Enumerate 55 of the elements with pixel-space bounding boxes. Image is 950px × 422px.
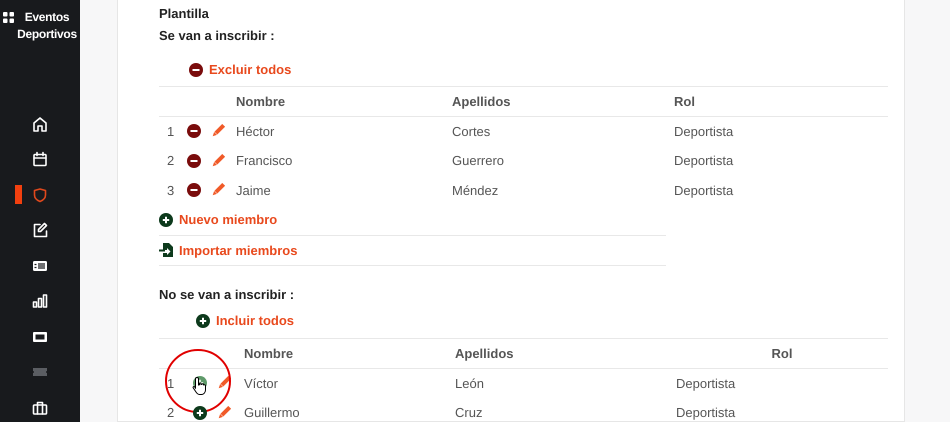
table-cell: Jaime bbox=[236, 182, 271, 198]
table-cell: Deportista bbox=[674, 182, 734, 198]
exclude-button[interactable] bbox=[187, 154, 201, 168]
row-number: 2 bbox=[167, 405, 174, 420]
table-cell: Cruz bbox=[455, 405, 482, 420]
table-cell: Cortes bbox=[452, 124, 490, 139]
column-header: Nombre bbox=[244, 346, 294, 360]
include-all-button[interactable]: Incluir todos bbox=[196, 313, 294, 328]
pencil-icon[interactable] bbox=[217, 376, 231, 390]
table-cell: Víctor bbox=[244, 376, 278, 391]
include-button[interactable] bbox=[193, 406, 207, 420]
table-cell: Deportista bbox=[674, 153, 734, 168]
column-header: Rol bbox=[772, 346, 792, 360]
table-cell: Guillermo bbox=[244, 405, 300, 420]
pencil-icon[interactable] bbox=[211, 154, 225, 168]
table-cell: Francisco bbox=[236, 153, 292, 168]
shield-icon[interactable] bbox=[32, 186, 48, 203]
calendar-icon[interactable] bbox=[32, 151, 48, 168]
column-header: Apellidos bbox=[455, 346, 514, 360]
table-cell: Méndez bbox=[452, 182, 498, 198]
bar-chart-icon[interactable] bbox=[32, 293, 48, 310]
row-number: 1 bbox=[167, 124, 174, 139]
new-member-button[interactable]: Nuevo miembro bbox=[159, 212, 278, 228]
table-cell: Guerrero bbox=[452, 153, 504, 168]
group-heading: Se van a inscribir : bbox=[159, 28, 276, 45]
exclude-button[interactable] bbox=[187, 183, 201, 198]
section-title: Plantilla bbox=[159, 6, 210, 22]
table-cell: León bbox=[455, 376, 484, 391]
pencil-icon[interactable] bbox=[211, 124, 225, 138]
column-header: Nombre bbox=[236, 94, 286, 108]
edit-icon[interactable] bbox=[32, 222, 48, 238]
app-title: Eventos Deportivos bbox=[16, 9, 78, 43]
plus-circle-icon bbox=[159, 212, 173, 227]
group-heading: No se van a inscribir : bbox=[159, 287, 296, 304]
hand-cursor-icon bbox=[192, 376, 208, 396]
import-members-button[interactable]: Importar miembros bbox=[159, 242, 298, 258]
home-icon[interactable] bbox=[32, 116, 48, 132]
column-header: Rol bbox=[674, 94, 695, 108]
pencil-icon[interactable] bbox=[217, 406, 231, 420]
file-import-icon bbox=[159, 243, 173, 258]
grid-icon bbox=[3, 12, 14, 23]
column-header: Apellidos bbox=[452, 94, 511, 108]
minus-circle-icon bbox=[189, 62, 203, 76]
table-cell: Deportista bbox=[676, 376, 736, 391]
row-number: 3 bbox=[167, 182, 174, 198]
exclude-button[interactable] bbox=[187, 124, 201, 138]
table-cell: Deportista bbox=[674, 124, 734, 139]
row-number: 2 bbox=[167, 153, 174, 168]
plus-circle-icon bbox=[196, 314, 210, 328]
pencil-icon[interactable] bbox=[211, 183, 225, 198]
row-number: 1 bbox=[167, 376, 174, 391]
briefcase-icon[interactable] bbox=[32, 400, 48, 416]
exclude-all-button[interactable]: Excluir todos bbox=[189, 62, 292, 77]
table-cell: Deportista bbox=[676, 405, 736, 420]
table-cell: Héctor bbox=[236, 124, 274, 139]
